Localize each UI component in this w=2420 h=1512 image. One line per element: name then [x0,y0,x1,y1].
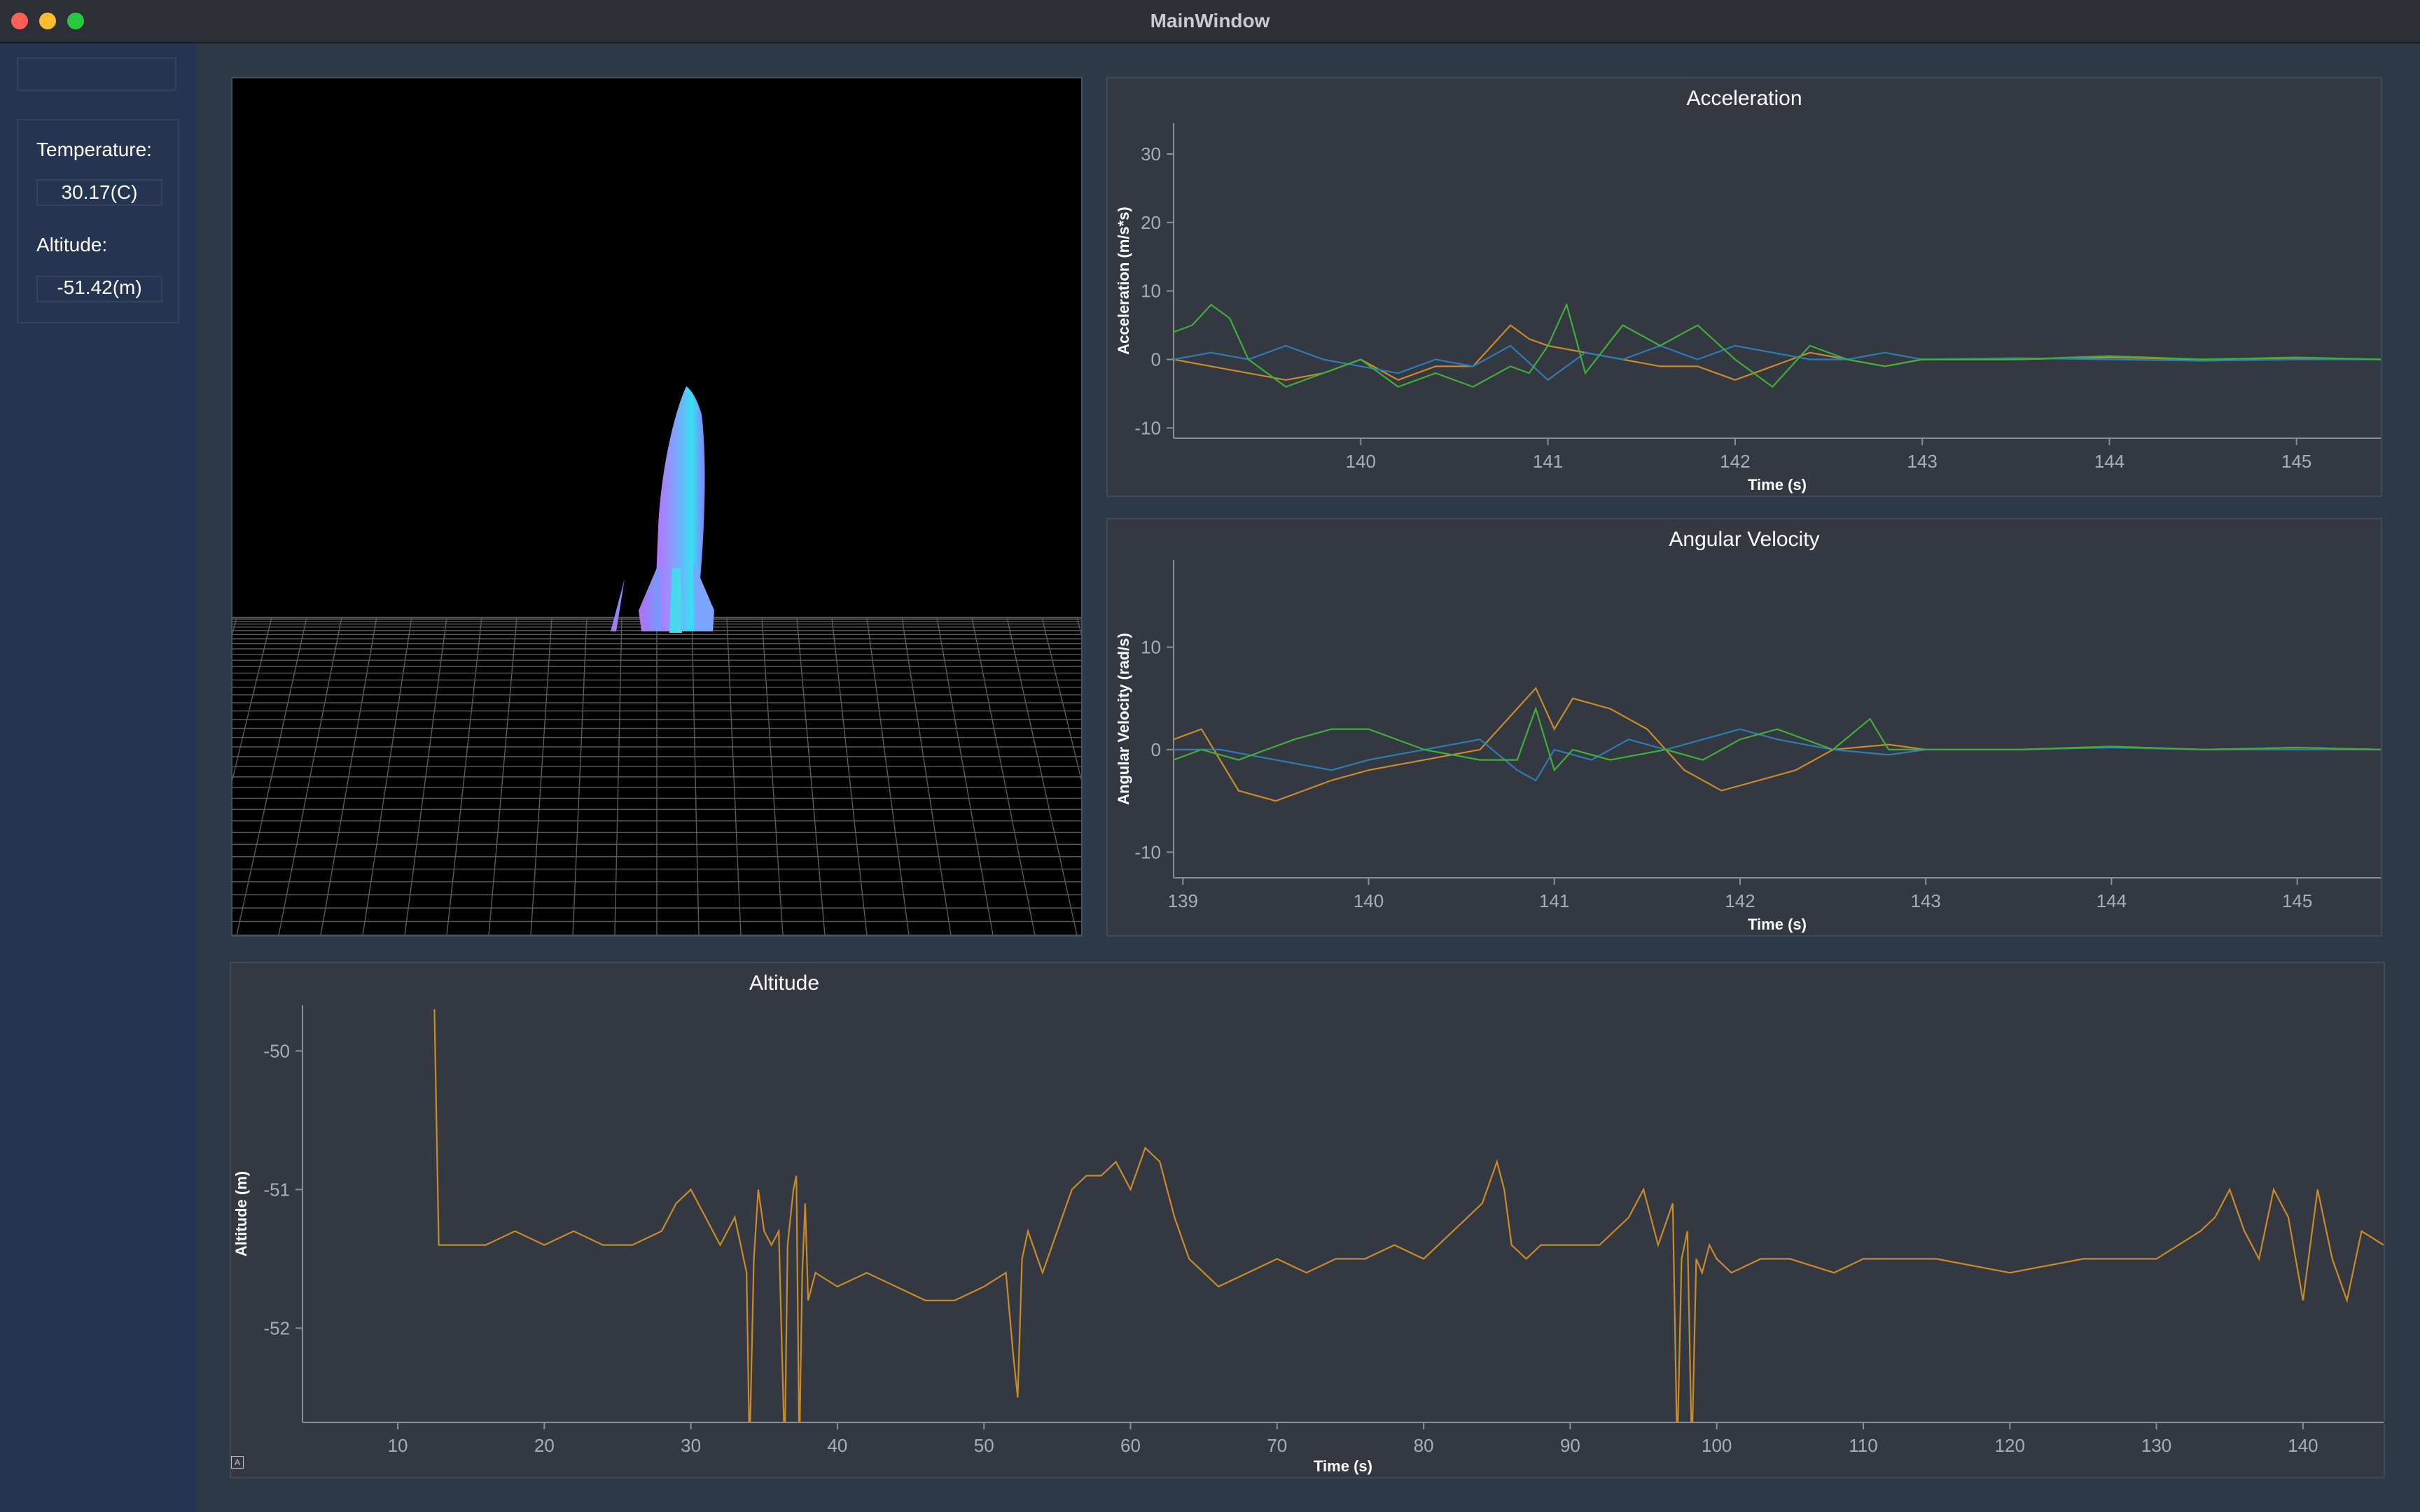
x-tick-label: 144 [2094,451,2125,472]
x-tick-label: 70 [1267,1435,1287,1456]
altitude-label: Altitude: [36,234,108,255]
x-tick-label: 141 [1539,890,1569,911]
y-tick-label: -51 [263,1179,290,1200]
window-titlebar: MainWindow [0,0,2420,43]
y-tick-label: 10 [1141,281,1161,302]
x-axis-label: Time (s) [1748,476,1807,493]
chart-title: Angular Velocity [1669,528,1819,551]
chart-title: Altitude [749,972,819,995]
altitude-chart: Altitude 10 20 30 40 50 60 70 80 90 100 110 120 130 14… [232,972,2384,1475]
x-tick-label: 144 [2096,890,2127,911]
rocket-3d-viewer[interactable] [231,77,1083,937]
y-axis-label: Altitude (m) [232,1171,250,1256]
series-line-3 [1174,302,2381,388]
x-tick-label: 139 [1168,890,1198,911]
x-tick-label: 100 [1702,1435,1732,1456]
x-tick-label: 140 [2288,1435,2318,1456]
y-tick-label: -50 [263,1040,290,1061]
altitude-value: -51.42(m) [57,276,142,298]
x-tick-label: 60 [1120,1435,1141,1456]
altitude-plot-panel: Altitude 10 20 30 40 50 60 70 80 90 100 110 120 130 14… [230,962,2385,1478]
series-line-1 [1174,324,2381,382]
x-tick-label: 140 [1346,451,1376,472]
rocket-scene [232,386,1081,935]
chart-title: Acceleration [1686,87,1802,110]
y-tick-label: 0 [1151,349,1161,370]
x-tick-label: 142 [1720,451,1750,472]
y-tick-label: 10 [1141,636,1161,657]
y-axis-label: Angular Velocity (rad/s) [1115,633,1132,805]
x-tick-label: 40 [827,1435,847,1456]
y-tick-label: -52 [263,1317,290,1338]
autoscale-button[interactable]: A [231,1456,244,1469]
x-tick-label: 141 [1533,451,1563,472]
series-line-2 [1174,344,2381,382]
temperature-value: 30.17(C) [36,179,162,206]
series-line-1 [1174,687,2381,802]
x-tick-label: 120 [1995,1435,2025,1456]
angular-velocity-plot-panel: Angular Velocity 139 140 141 142 143 144 145 -10… [1106,518,2382,937]
x-tick-label: 10 [388,1435,408,1456]
x-tick-label: 143 [1907,451,1937,472]
sidebar: Temperature: 30.17(C) Altitude: -51.42(m… [0,43,196,1512]
x-tick-label: 20 [534,1435,555,1456]
y-tick-label: -10 [1134,417,1161,438]
window-title: MainWindow [1150,10,1270,31]
ground-grid [232,617,1081,935]
x-tick-label: 30 [681,1435,701,1456]
sensor-readouts-group: Temperature: 30.17(C) Altitude: -51.42(m… [17,119,179,323]
temperature-label: Temperature: [36,139,152,160]
x-tick-label: 110 [1849,1435,1877,1456]
x-tick-label: 145 [2281,451,2311,472]
x-axis-label: Time (s) [1314,1457,1372,1475]
x-axis-label: Time (s) [1748,916,1807,933]
sidebar-empty-frame [17,57,176,91]
series-line-2 [1174,728,2381,782]
acceleration-chart: Acceleration 140 141 142 143 144 145 -10 0 10 20 30… [1115,87,2381,493]
x-tick-label: 140 [1354,890,1384,911]
x-tick-label: 90 [1560,1435,1580,1456]
x-tick-label: 80 [1414,1435,1434,1456]
x-tick-label: 142 [1725,890,1755,911]
angular-velocity-chart: Angular Velocity 139 140 141 142 143 144 145 -10… [1115,528,2381,933]
y-tick-label: -10 [1134,841,1161,862]
x-tick-label: 143 [1910,890,1940,911]
acceleration-plot-panel: Acceleration 140 141 142 143 144 145 -10 0 10 20 30… [1106,77,2382,497]
series-line-1 [433,1009,2384,1422]
y-tick-label: 0 [1151,739,1161,760]
y-tick-label: 30 [1141,144,1161,164]
x-tick-label: 145 [2282,890,2312,911]
y-tick-label: 20 [1141,212,1161,233]
x-tick-label: 130 [2141,1435,2171,1456]
x-tick-label: 50 [974,1435,994,1456]
y-axis-label: Acceleration (m/s*s) [1115,206,1132,355]
rocket-icon [611,386,714,633]
